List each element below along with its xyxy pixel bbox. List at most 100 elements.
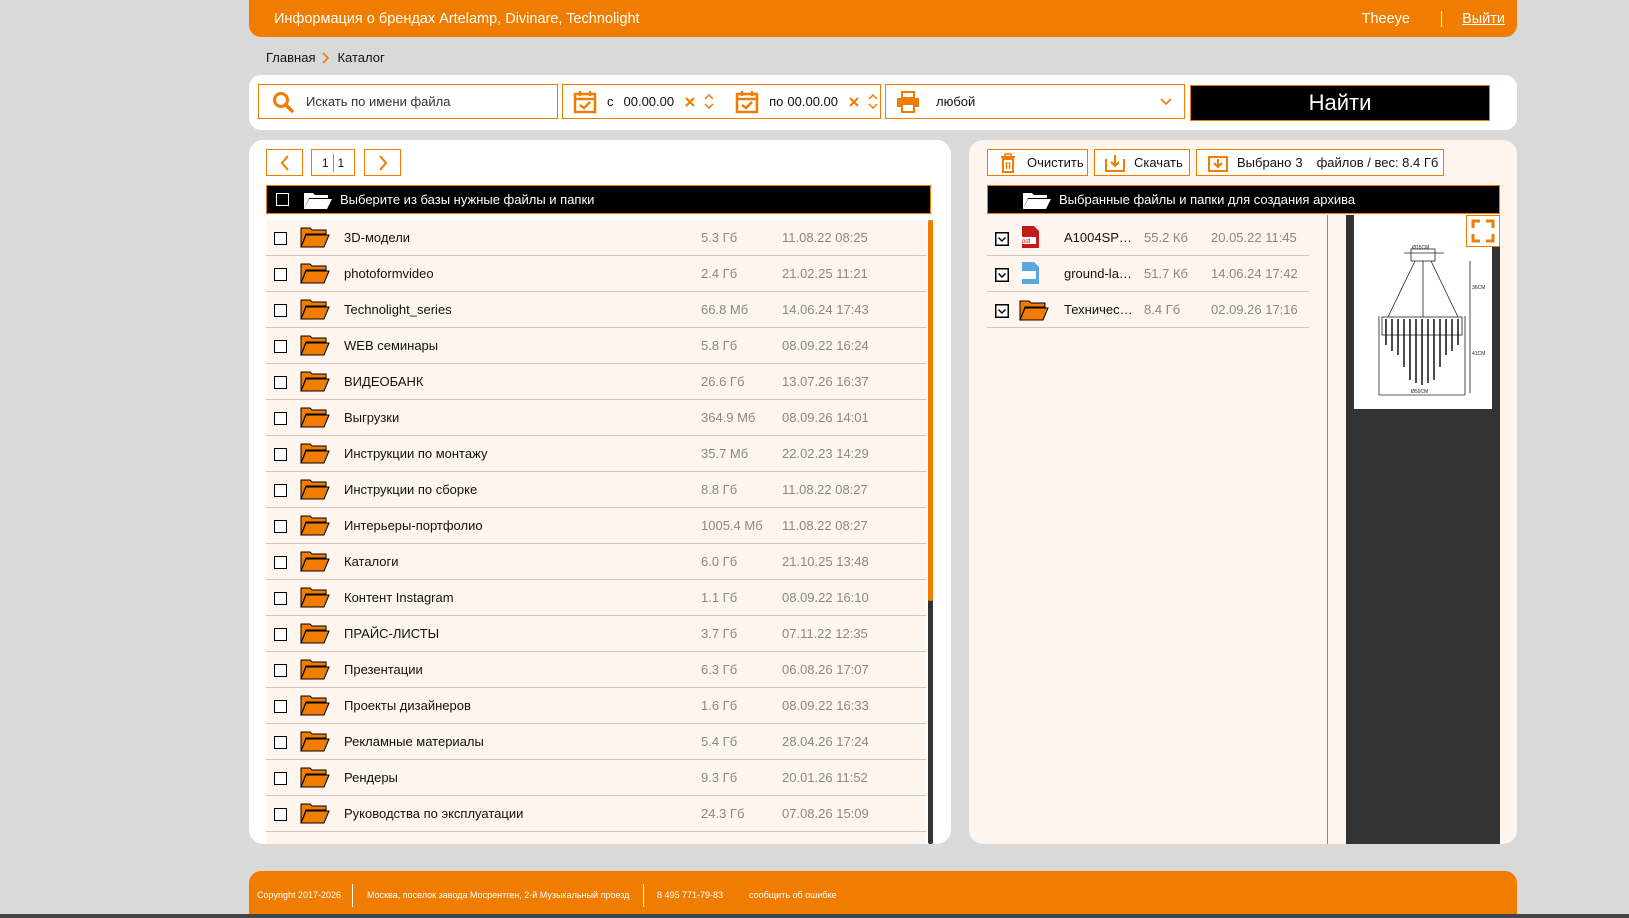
file-date: 21.02.25 11:21 (782, 266, 868, 281)
file-name[interactable]: Рендеры (344, 770, 398, 785)
file-row[interactable]: Руководства по эксплуатации 24.3 Гб 07.08.… (266, 796, 926, 832)
file-name[interactable]: ВИДЕОБАНК (344, 374, 423, 389)
folder-icon (300, 659, 330, 680)
breadcrumb-home[interactable]: Главная (266, 50, 315, 65)
chevron-up-icon[interactable] (868, 94, 878, 100)
chevron-down-icon[interactable] (704, 103, 714, 109)
row-checkbox[interactable] (274, 304, 287, 317)
date-from-stepper[interactable] (704, 94, 714, 109)
file-row[interactable]: Проекты дизайнеров 1.6 Гб 08.09.22 16:33 (266, 688, 926, 724)
row-checkbox[interactable] (274, 376, 287, 389)
file-row[interactable]: Инструкции по сборке 8.8 Гб 11.08.22 08:27 (266, 472, 926, 508)
row-checkbox[interactable] (274, 700, 287, 713)
row-checkbox[interactable] (274, 628, 287, 641)
phone[interactable]: 8 495 771-79-83 (657, 890, 723, 900)
prev-page-button[interactable] (266, 149, 303, 176)
file-name[interactable]: Инструкции по сборке (344, 482, 477, 497)
file-date: 07.11.22 12:35 (782, 626, 868, 641)
file-name[interactable]: Интерьеры-портфолио (344, 518, 483, 533)
row-checkbox[interactable] (274, 268, 287, 281)
checked-checkbox[interactable] (995, 232, 1009, 246)
checked-checkbox[interactable] (995, 268, 1009, 282)
select-all-checkbox[interactable] (276, 193, 289, 206)
selected-name[interactable]: Техничес… (1064, 302, 1134, 317)
row-checkbox[interactable] (274, 592, 287, 605)
printer-icon (897, 90, 919, 113)
selected-date: 20.05.22 11:45 (1211, 230, 1297, 245)
selected-row[interactable]: ground-la… 51.7 Кб 14.06.24 17:42 (987, 256, 1309, 292)
checked-checkbox[interactable] (995, 304, 1009, 318)
expand-preview-button[interactable] (1466, 215, 1500, 247)
row-checkbox[interactable] (274, 232, 287, 245)
clear-date-from-icon[interactable] (685, 96, 695, 107)
file-row[interactable]: photoformvideo 2.4 Гб 21.02.25 11:21 (266, 256, 926, 292)
file-name[interactable]: Каталоги (344, 554, 399, 569)
download-button[interactable]: Скачать (1094, 149, 1190, 176)
file-row[interactable]: Technolight_series 66.8 Мб 14.06.24 17:43 (266, 292, 926, 328)
logout-link[interactable]: Выйти (1462, 11, 1505, 27)
search-input[interactable] (306, 94, 546, 109)
file-row[interactable]: Презентации 6.3 Гб 06.08.26 17:07 (266, 652, 926, 688)
report-error-link[interactable]: сообщить об ошибке (749, 890, 837, 900)
folder-icon (300, 479, 330, 500)
row-checkbox[interactable] (274, 484, 287, 497)
file-row[interactable]: 3D-модели 5.3 Гб 11.08.22 08:25 (266, 220, 926, 256)
file-row[interactable]: Рендеры 9.3 Гб 20.01.26 11:52 (266, 760, 926, 796)
file-name[interactable]: Выгрузки (344, 410, 399, 425)
row-checkbox[interactable] (274, 412, 287, 425)
file-name[interactable]: Руководства по эксплуатации (344, 806, 523, 821)
row-checkbox[interactable] (274, 556, 287, 569)
date-from-field[interactable]: 00.00.00 (624, 94, 675, 109)
file-name[interactable]: Проекты дизайнеров (344, 698, 471, 713)
file-name[interactable]: Technolight_series (344, 302, 452, 317)
row-checkbox[interactable] (274, 772, 287, 785)
scrollbar[interactable] (928, 220, 933, 844)
file-size: 6.3 Гб (701, 662, 738, 677)
scrollbar-thumb[interactable] (928, 220, 933, 601)
file-name[interactable]: 3D-модели (344, 230, 410, 245)
file-name[interactable]: ПРАЙС-ЛИСТЫ (344, 626, 439, 641)
row-checkbox[interactable] (274, 808, 287, 821)
file-row[interactable]: Каталоги 6.0 Гб 21.10.25 13:48 (266, 544, 926, 580)
file-type-select[interactable]: любой (885, 84, 1185, 119)
selected-name[interactable]: A1004SP… (1064, 230, 1134, 245)
row-checkbox[interactable] (274, 664, 287, 677)
user-name[interactable]: Theeye (1362, 11, 1410, 27)
find-button[interactable]: Найти (1190, 85, 1490, 121)
file-date: 14.06.24 17:43 (782, 302, 869, 317)
selected-row[interactable]: pdf A1004SP… 55.2 Кб 20.05.22 11:45 (987, 220, 1309, 256)
chevron-up-icon[interactable] (704, 94, 714, 100)
file-row[interactable]: WEB семинары 5.8 Гб 08.09.22 16:24 (266, 328, 926, 364)
search-box (258, 84, 558, 119)
calendar-icon[interactable] (735, 90, 759, 114)
row-checkbox[interactable] (274, 736, 287, 749)
chevron-down-icon[interactable] (868, 103, 878, 109)
row-checkbox[interactable] (274, 520, 287, 533)
file-size: 5.3 Гб (701, 230, 738, 245)
file-name[interactable]: WEB семинары (344, 338, 438, 353)
file-name[interactable]: Инструкции по монтажу (344, 446, 487, 461)
date-to-stepper[interactable] (868, 94, 878, 109)
file-row[interactable]: Инструкции по монтажу 35.7 Мб 22.02.23 14:… (266, 436, 926, 472)
file-name[interactable]: Рекламные материалы (344, 734, 484, 749)
calendar-icon[interactable] (573, 90, 597, 114)
next-page-button[interactable] (364, 149, 401, 176)
file-name[interactable]: Презентации (344, 662, 423, 677)
file-row[interactable]: Рекламные материалы 5.4 Гб 28.04.26 17:24 (266, 724, 926, 760)
file-row[interactable]: Выгрузки 364.9 Мб 08.09.26 14:01 (266, 400, 926, 436)
file-row[interactable]: ВИДЕОБАНК 26.6 Гб 13.07.26 16:37 (266, 364, 926, 400)
clear-date-to-icon[interactable] (849, 96, 859, 107)
selected-name[interactable]: ground-la… (1064, 266, 1134, 281)
date-to-field[interactable]: 00.00.00 (787, 94, 838, 109)
clear-button[interactable]: Очистить (987, 149, 1088, 176)
selected-row[interactable]: Техничес… 8.4 Гб 02.09.26 17:16 (987, 292, 1309, 328)
file-name[interactable]: photoformvideo (344, 266, 434, 281)
row-checkbox[interactable] (274, 448, 287, 461)
file-row[interactable]: Интерьеры-портфолио 1005.4 Мб 11.08.22 08:… (266, 508, 926, 544)
file-row[interactable]: ПРАЙС-ЛИСТЫ 3.7 Гб 07.11.22 12:35 (266, 616, 926, 652)
file-row[interactable]: Контент Instagram 1.1 Гб 08.09.22 16:10 (266, 580, 926, 616)
current-page[interactable]: 1 (322, 156, 329, 170)
file-size: 24.3 Гб (701, 806, 745, 821)
file-name[interactable]: Контент Instagram (344, 590, 454, 605)
row-checkbox[interactable] (274, 340, 287, 353)
